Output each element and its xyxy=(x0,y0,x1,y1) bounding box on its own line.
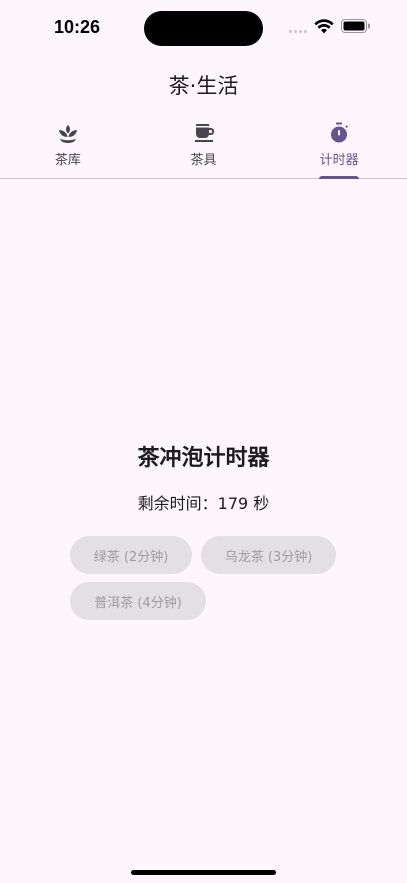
timer-title: 茶冲泡计时器 xyxy=(137,446,270,471)
tab-teaware[interactable]: 茶具 xyxy=(136,114,272,178)
status-time: 10:26 xyxy=(54,17,101,37)
tab-bar: 茶库 茶具 计时器 xyxy=(0,114,407,179)
leaf-icon xyxy=(58,125,77,143)
tab-tea-library[interactable]: 茶库 xyxy=(0,114,136,178)
cellular-signal-icon xyxy=(289,30,307,33)
home-indicator xyxy=(131,870,276,875)
dynamic-island xyxy=(144,11,263,46)
preset-oolong-tea-button[interactable]: 乌龙茶 (3分钟) xyxy=(201,536,336,574)
wifi-icon xyxy=(314,19,334,34)
tab-timer[interactable]: 计时器 xyxy=(271,114,407,179)
tab-tea-library-label: 茶库 xyxy=(54,153,81,168)
teacup-icon xyxy=(194,124,214,142)
battery-icon xyxy=(341,19,370,33)
tab-timer-label: 计时器 xyxy=(319,153,359,168)
tab-teaware-label: 茶具 xyxy=(190,153,217,168)
screen: 10:26 茶·生活 茶库 茶具 计时器 茶冲泡计时器 剩余时间：179 秒 绿… xyxy=(0,0,407,883)
status-bar: 10:26 xyxy=(0,0,407,56)
active-tab-indicator xyxy=(319,176,360,179)
app-title: 茶·生活 xyxy=(168,74,239,98)
preset-green-tea-button[interactable]: 绿茶 (2分钟) xyxy=(70,536,192,574)
remaining-time: 剩余时间：179 秒 xyxy=(137,494,270,513)
timer-icon xyxy=(331,122,349,143)
preset-puer-tea-button[interactable]: 普洱茶 (4分钟) xyxy=(70,582,206,620)
